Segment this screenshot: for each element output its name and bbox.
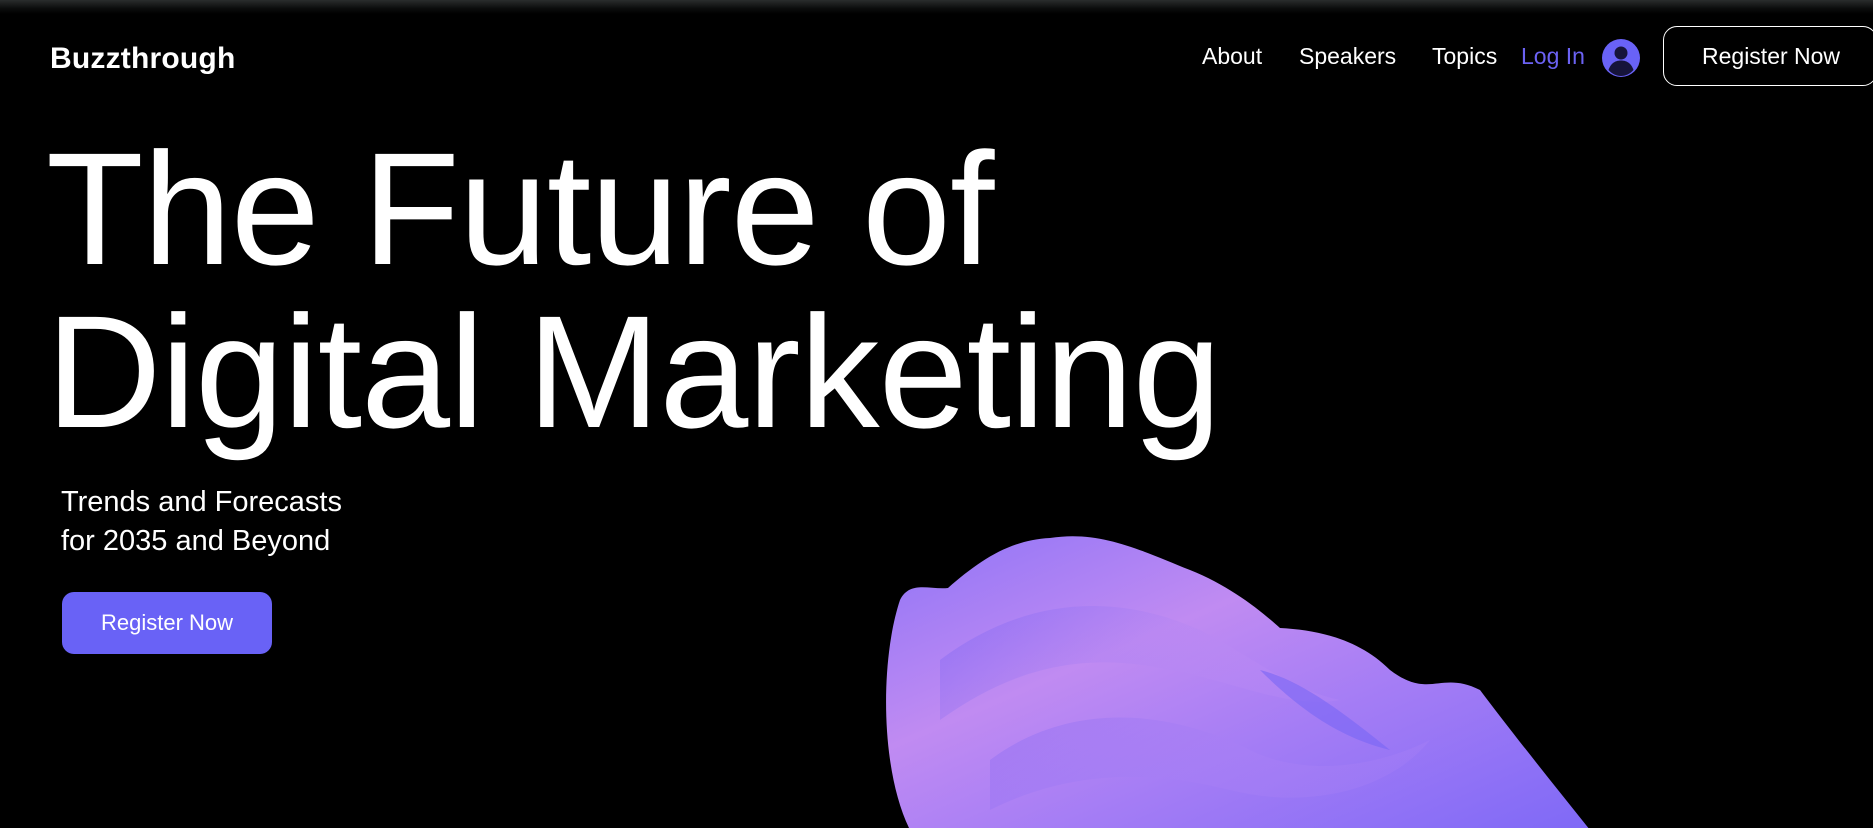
- brand-logo[interactable]: Buzzthrough: [50, 42, 235, 76]
- header-register-button[interactable]: Register Now: [1663, 26, 1873, 86]
- top-shadow: [0, 0, 1873, 14]
- login-link[interactable]: Log In: [1521, 43, 1585, 70]
- nav-about[interactable]: About: [1202, 43, 1262, 70]
- user-avatar-icon[interactable]: [1602, 39, 1640, 77]
- landing-page: Buzzthrough About Speakers Topics Log In…: [0, 0, 1873, 828]
- hero-subtitle-line-1: Trends and Forecasts: [61, 486, 342, 518]
- hero-title-line-2: Digital Marketing: [46, 282, 1222, 461]
- abstract-purple-shape: [886, 536, 1589, 828]
- hero-subtitle-line-2: for 2035 and Beyond: [61, 525, 331, 557]
- hero-title: The Future of Digital Marketing: [46, 119, 1222, 461]
- hero-title-line-1: The Future of: [46, 119, 994, 298]
- hero-register-button[interactable]: Register Now: [62, 592, 272, 654]
- nav-topics[interactable]: Topics: [1432, 43, 1497, 70]
- hero-subtitle: Trends and Forecasts for 2035 and Beyond: [61, 483, 342, 561]
- nav-speakers[interactable]: Speakers: [1299, 43, 1396, 70]
